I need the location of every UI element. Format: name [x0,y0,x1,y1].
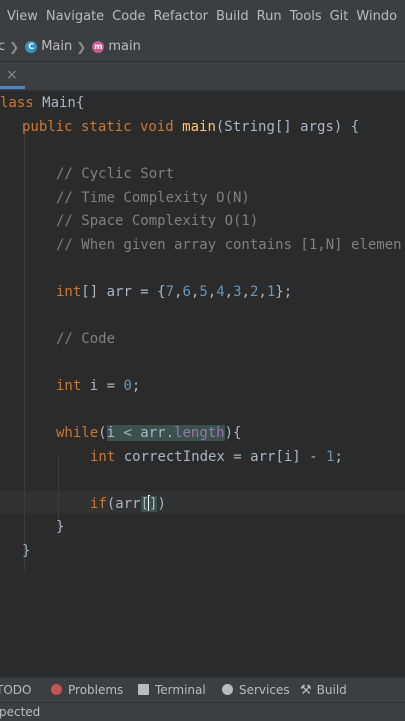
comment-line: // Space Complexity O(1) [56,213,259,229]
number-literal: 2 [249,284,259,300]
code-text: ( [98,425,107,441]
class-name: Main{ [33,95,85,111]
menu-item-navigate[interactable]: Navigate [46,9,104,24]
active-tab-indicator [0,86,25,89]
number-literal: 4 [216,284,225,300]
menu-item-refactor[interactable]: Refactor [153,9,208,24]
number-literal: 3 [233,284,242,300]
keyword: int [56,284,82,300]
problems-button[interactable]: Problems [51,678,123,702]
build-label: Build [316,683,347,697]
keyword: lass [0,95,34,111]
code-line-if: if(arr[]) [90,494,166,514]
keyword: int [56,378,82,394]
code-editor[interactable]: lass Main{ public static void main(Strin… [0,91,405,675]
code-text: }; [275,284,293,300]
code-line-correct-index: int correctIndex = arr[i] - 1; [90,447,343,467]
keyword: int [90,449,116,465]
code-line-while: while(i < arr.length){ [56,423,241,443]
chevron-right-icon: ❯ [9,39,20,54]
code-text: i < arr. [106,425,175,441]
closing-brace: } [56,519,65,535]
code-text: i = [81,378,124,394]
status-message: pected [0,705,41,719]
keyword: while [56,425,99,441]
current-line-highlight [0,491,405,513]
terminal-label: Terminal [155,683,206,697]
class-icon: C [25,40,38,53]
services-icon [222,684,233,695]
status-bar: pected [0,702,405,721]
chevron-right-icon: ❯ [76,39,87,54]
breadcrumb-prefix[interactable]: c [0,39,5,54]
problems-label: Problems [68,683,124,697]
code-text: ; [131,378,141,394]
services-label: Services [239,683,290,697]
hammer-icon: ⚒ [300,683,312,698]
number-literal: 6 [182,284,191,300]
menu-item-build[interactable]: Build [216,9,249,24]
menu-item-run[interactable]: Run [257,9,282,24]
todo-label: TODO [0,683,32,697]
comment-line: // When given array contains [1,N] eleme… [56,237,402,253]
code-text: [] arr = { [81,284,166,300]
breadcrumb-method[interactable]: main [108,39,140,54]
terminal-button[interactable]: Terminal [138,678,206,702]
menu-item-windo[interactable]: Windo [356,9,397,24]
editor-tab-bar: × [0,62,405,91]
highlighted-condition: i < arr.length [106,425,225,441]
build-button[interactable]: ⚒ Build [300,678,347,702]
code-text: correctIndex = arr[i] - [115,449,327,465]
tool-window-bar: TODO Problems Terminal Services ⚒ Build [0,677,405,702]
keyword: public static void [22,119,183,135]
code-text: ){ [224,425,242,441]
menu-item-view[interactable]: View [7,9,38,24]
number-literal: 5 [199,284,208,300]
comment-line: // Code [56,331,116,347]
error-icon [51,684,62,695]
method-icon: m [92,40,105,53]
breadcrumb-class[interactable]: Main [41,39,72,54]
code-text: (arr [106,496,141,512]
menu-item-git[interactable]: Git [330,9,349,24]
code-text: ) [157,496,166,512]
number-literal: 0 [123,378,132,394]
method-params: (String[] args) { [215,119,360,135]
todo-button[interactable]: TODO [0,678,31,702]
field-name: length [174,425,225,441]
indent-guide [24,131,25,571]
terminal-icon [138,684,149,695]
menu-item-tools[interactable]: Tools [290,9,322,24]
number-literal: 7 [165,284,175,300]
code-line-class: lass Main{ [0,93,84,113]
menu-item-code[interactable]: Code [112,9,145,24]
breadcrumb: c ❯ C Main ❯ m main [0,32,405,62]
code-line-array: int[] arr = {7,6,5,4,3,2,1}; [56,284,293,300]
services-button[interactable]: Services [222,678,290,702]
keyword: if [90,496,107,512]
code-text: ; [334,449,343,465]
code-line-i: int i = 0; [56,376,140,396]
comment-line: // Time Complexity O(N) [56,190,250,206]
closing-brace: } [22,543,31,559]
code-line-main: public static void main(String[] args) { [22,117,359,137]
comment-line: // Cyclic Sort [56,166,175,182]
method-name: main [182,119,216,135]
close-icon[interactable]: × [6,67,18,83]
menu-bar: View Navigate Code Refactor Build Run Tools Git… [0,0,405,33]
